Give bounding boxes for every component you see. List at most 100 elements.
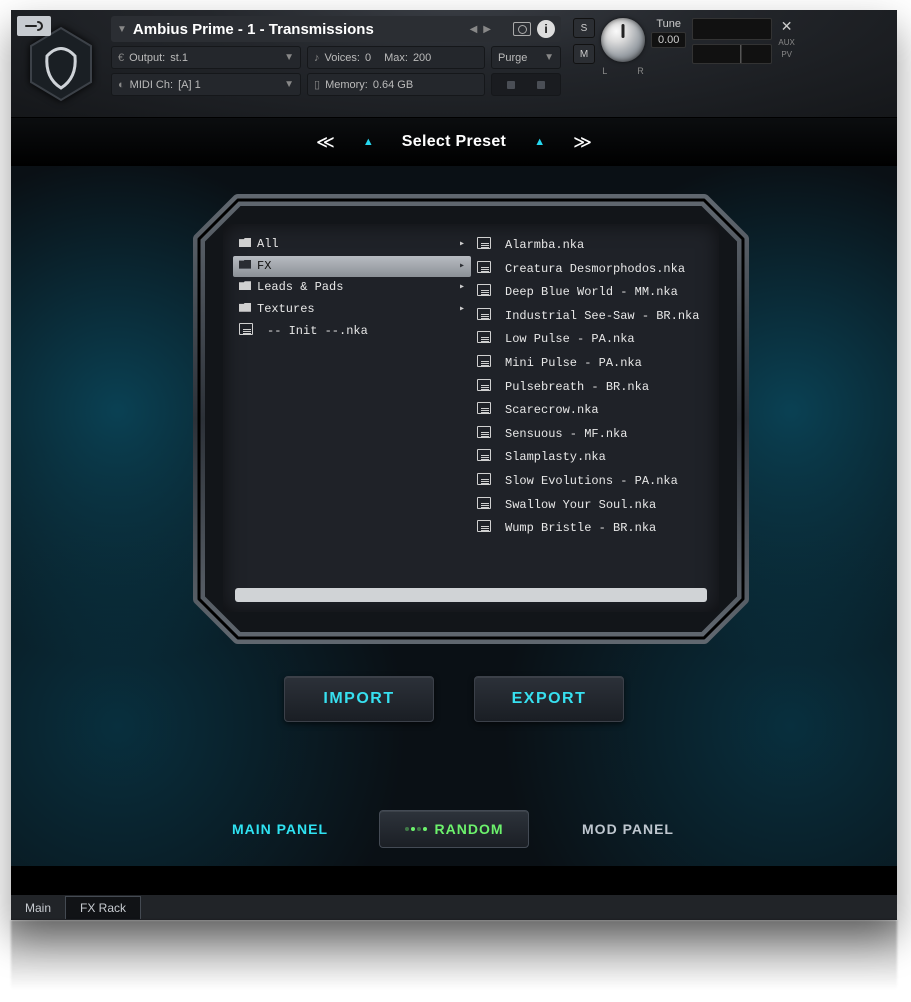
- folder-label: -- Init --.nka: [267, 324, 465, 340]
- preset-file-item[interactable]: Slow Evolutions - PA.nka: [471, 470, 709, 494]
- preset-prev-icon[interactable]: ▲: [363, 136, 374, 148]
- file-label: Industrial See-Saw - BR.nka: [505, 309, 703, 325]
- import-button[interactable]: IMPORT: [284, 676, 434, 722]
- mute-button[interactable]: M: [573, 44, 595, 64]
- snapshot-icon[interactable]: [513, 22, 531, 36]
- pan-l-label: L: [602, 66, 607, 76]
- preset-file-item[interactable]: Mini Pulse - PA.nka: [471, 352, 709, 376]
- next-icon[interactable]: ▶: [483, 24, 491, 35]
- output-value: st.1: [170, 52, 188, 64]
- tab-random-label: RANDOM: [435, 821, 504, 837]
- preset-file-item[interactable]: Industrial See-Saw - BR.nka: [471, 305, 709, 329]
- tune-label: Tune: [656, 18, 681, 30]
- preset-file-item[interactable]: Pulsebreath - BR.nka: [471, 376, 709, 400]
- pv-label[interactable]: PV: [781, 50, 792, 59]
- voices-max: 200: [413, 52, 431, 64]
- preset-file-item[interactable]: Alarmba.nka: [471, 234, 709, 258]
- voices-current: 0: [365, 52, 371, 64]
- memory-label: Memory:: [325, 79, 368, 91]
- preset-file-item[interactable]: Deep Blue World - MM.nka: [471, 281, 709, 305]
- file-label: Deep Blue World - MM.nka: [505, 285, 703, 301]
- output-label: Output:: [129, 52, 165, 64]
- close-icon[interactable]: ✕: [781, 18, 793, 35]
- file-icon: [477, 237, 499, 255]
- preset-prev-fast-icon[interactable]: ≪: [316, 132, 335, 153]
- preset-navigation-bar: ≪ ▲ Select Preset ▲ ≫: [11, 118, 897, 166]
- file-icon: [477, 497, 499, 515]
- memory-readout: ▯ Memory: 0.64 GB: [307, 73, 485, 96]
- volume-slider[interactable]: [692, 44, 772, 64]
- preset-file-item[interactable]: Sensuous - MF.nka: [471, 423, 709, 447]
- preset-next-fast-icon[interactable]: ≫: [573, 132, 592, 153]
- midi-label: MIDI Ch:: [130, 79, 173, 91]
- file-label: Pulsebreath - BR.nka: [505, 380, 703, 396]
- file-icon: [477, 355, 499, 373]
- tab-mod-panel[interactable]: MOD PANEL: [553, 810, 703, 848]
- preset-file-item[interactable]: Slamplasty.nka: [471, 446, 709, 470]
- file-column: Alarmba.nka Creatura Desmorphodos.nka Deep…: [471, 234, 709, 582]
- file-label: Wump Bristle - BR.nka: [505, 521, 703, 537]
- file-icon: [477, 308, 499, 326]
- preset-file-item[interactable]: Low Pulse - PA.nka: [471, 328, 709, 352]
- main-area: All▸FX▸Leads & Pads▸Textures▸-- Init --.…: [11, 166, 897, 866]
- file-label: Creatura Desmorphodos.nka: [505, 262, 703, 278]
- folder-label: Leads & Pads: [257, 280, 453, 296]
- voices-readout: ♪ Voices: 0 Max: 200: [307, 46, 485, 69]
- midi-channel-selector[interactable]: ◐ MIDI Ch: [A] 1 ▼: [111, 73, 301, 96]
- folder-item[interactable]: Textures▸: [233, 299, 471, 321]
- dropdown-icon[interactable]: ▼: [117, 24, 127, 35]
- tune-value[interactable]: 0.00: [651, 32, 686, 48]
- export-button[interactable]: EXPORT: [474, 676, 624, 722]
- folder-item[interactable]: All▸: [233, 234, 471, 256]
- instrument-title[interactable]: Ambius Prime - 1 - Transmissions: [133, 21, 464, 38]
- prev-icon[interactable]: ◀: [470, 24, 478, 35]
- file-icon: [477, 379, 499, 397]
- file-label: Sensuous - MF.nka: [505, 427, 703, 443]
- folder-item[interactable]: Leads & Pads ▸: [233, 277, 471, 299]
- preset-next-icon[interactable]: ▲: [534, 136, 545, 148]
- midi-value: [A] 1: [178, 79, 201, 91]
- preset-file-item[interactable]: Swallow Your Soul.nka: [471, 494, 709, 518]
- folder-label: Textures: [257, 302, 453, 318]
- folder-label: FX: [257, 259, 453, 275]
- wrench-icon[interactable]: [17, 16, 51, 36]
- preset-browser: All▸FX▸Leads & Pads▸Textures▸-- Init --.…: [223, 224, 719, 612]
- random-icon: [405, 827, 427, 831]
- instrument-window: ▼ Ambius Prime - 1 - Transmissions ◀ ▶ i…: [11, 10, 897, 920]
- purge-indicator: [491, 73, 561, 96]
- preset-file-item[interactable]: Creatura Desmorphodos.nka: [471, 258, 709, 282]
- aux-label[interactable]: AUX: [778, 38, 794, 47]
- tab-main-panel[interactable]: MAIN PANEL: [205, 810, 355, 848]
- output-selector[interactable]: € Output: st.1 ▼: [111, 46, 301, 69]
- folder-item-file[interactable]: -- Init --.nka: [233, 320, 471, 344]
- browser-scrollbar[interactable]: [235, 588, 707, 602]
- chevron-right-icon: ▸: [459, 238, 465, 251]
- file-label: Swallow Your Soul.nka: [505, 498, 703, 514]
- kontakt-header: ▼ Ambius Prime - 1 - Transmissions ◀ ▶ i…: [11, 10, 897, 118]
- preset-file-item[interactable]: Wump Bristle - BR.nka: [471, 517, 709, 541]
- folder-column: All▸FX▸Leads & Pads▸Textures▸-- Init --.…: [233, 234, 471, 582]
- file-icon: [477, 402, 499, 420]
- volume-knob[interactable]: [601, 18, 645, 62]
- info-icon[interactable]: i: [537, 20, 555, 38]
- window-reflection: [11, 920, 897, 990]
- chevron-right-icon: ▸: [459, 260, 465, 273]
- file-icon: [477, 426, 499, 444]
- preset-file-item[interactable]: Scarecrow.nka: [471, 399, 709, 423]
- folder-item[interactable]: FX ▸: [233, 256, 471, 278]
- file-icon: [477, 261, 499, 279]
- footer-tab-main[interactable]: Main: [11, 897, 65, 919]
- preset-title: Select Preset: [402, 133, 506, 151]
- folder-icon: [239, 259, 251, 275]
- folder-icon: [239, 302, 251, 318]
- folder-icon: [239, 237, 251, 253]
- file-label: Slamplasty.nka: [505, 450, 703, 466]
- memory-value: 0.64 GB: [373, 79, 413, 91]
- chevron-right-icon: ▸: [459, 281, 465, 294]
- tab-random[interactable]: RANDOM: [379, 810, 529, 848]
- purge-menu[interactable]: Purge ▼: [491, 46, 561, 69]
- solo-button[interactable]: S: [573, 18, 595, 38]
- file-label: Low Pulse - PA.nka: [505, 332, 703, 348]
- file-icon: [477, 449, 499, 467]
- footer-tab-fxrack[interactable]: FX Rack: [65, 896, 141, 919]
